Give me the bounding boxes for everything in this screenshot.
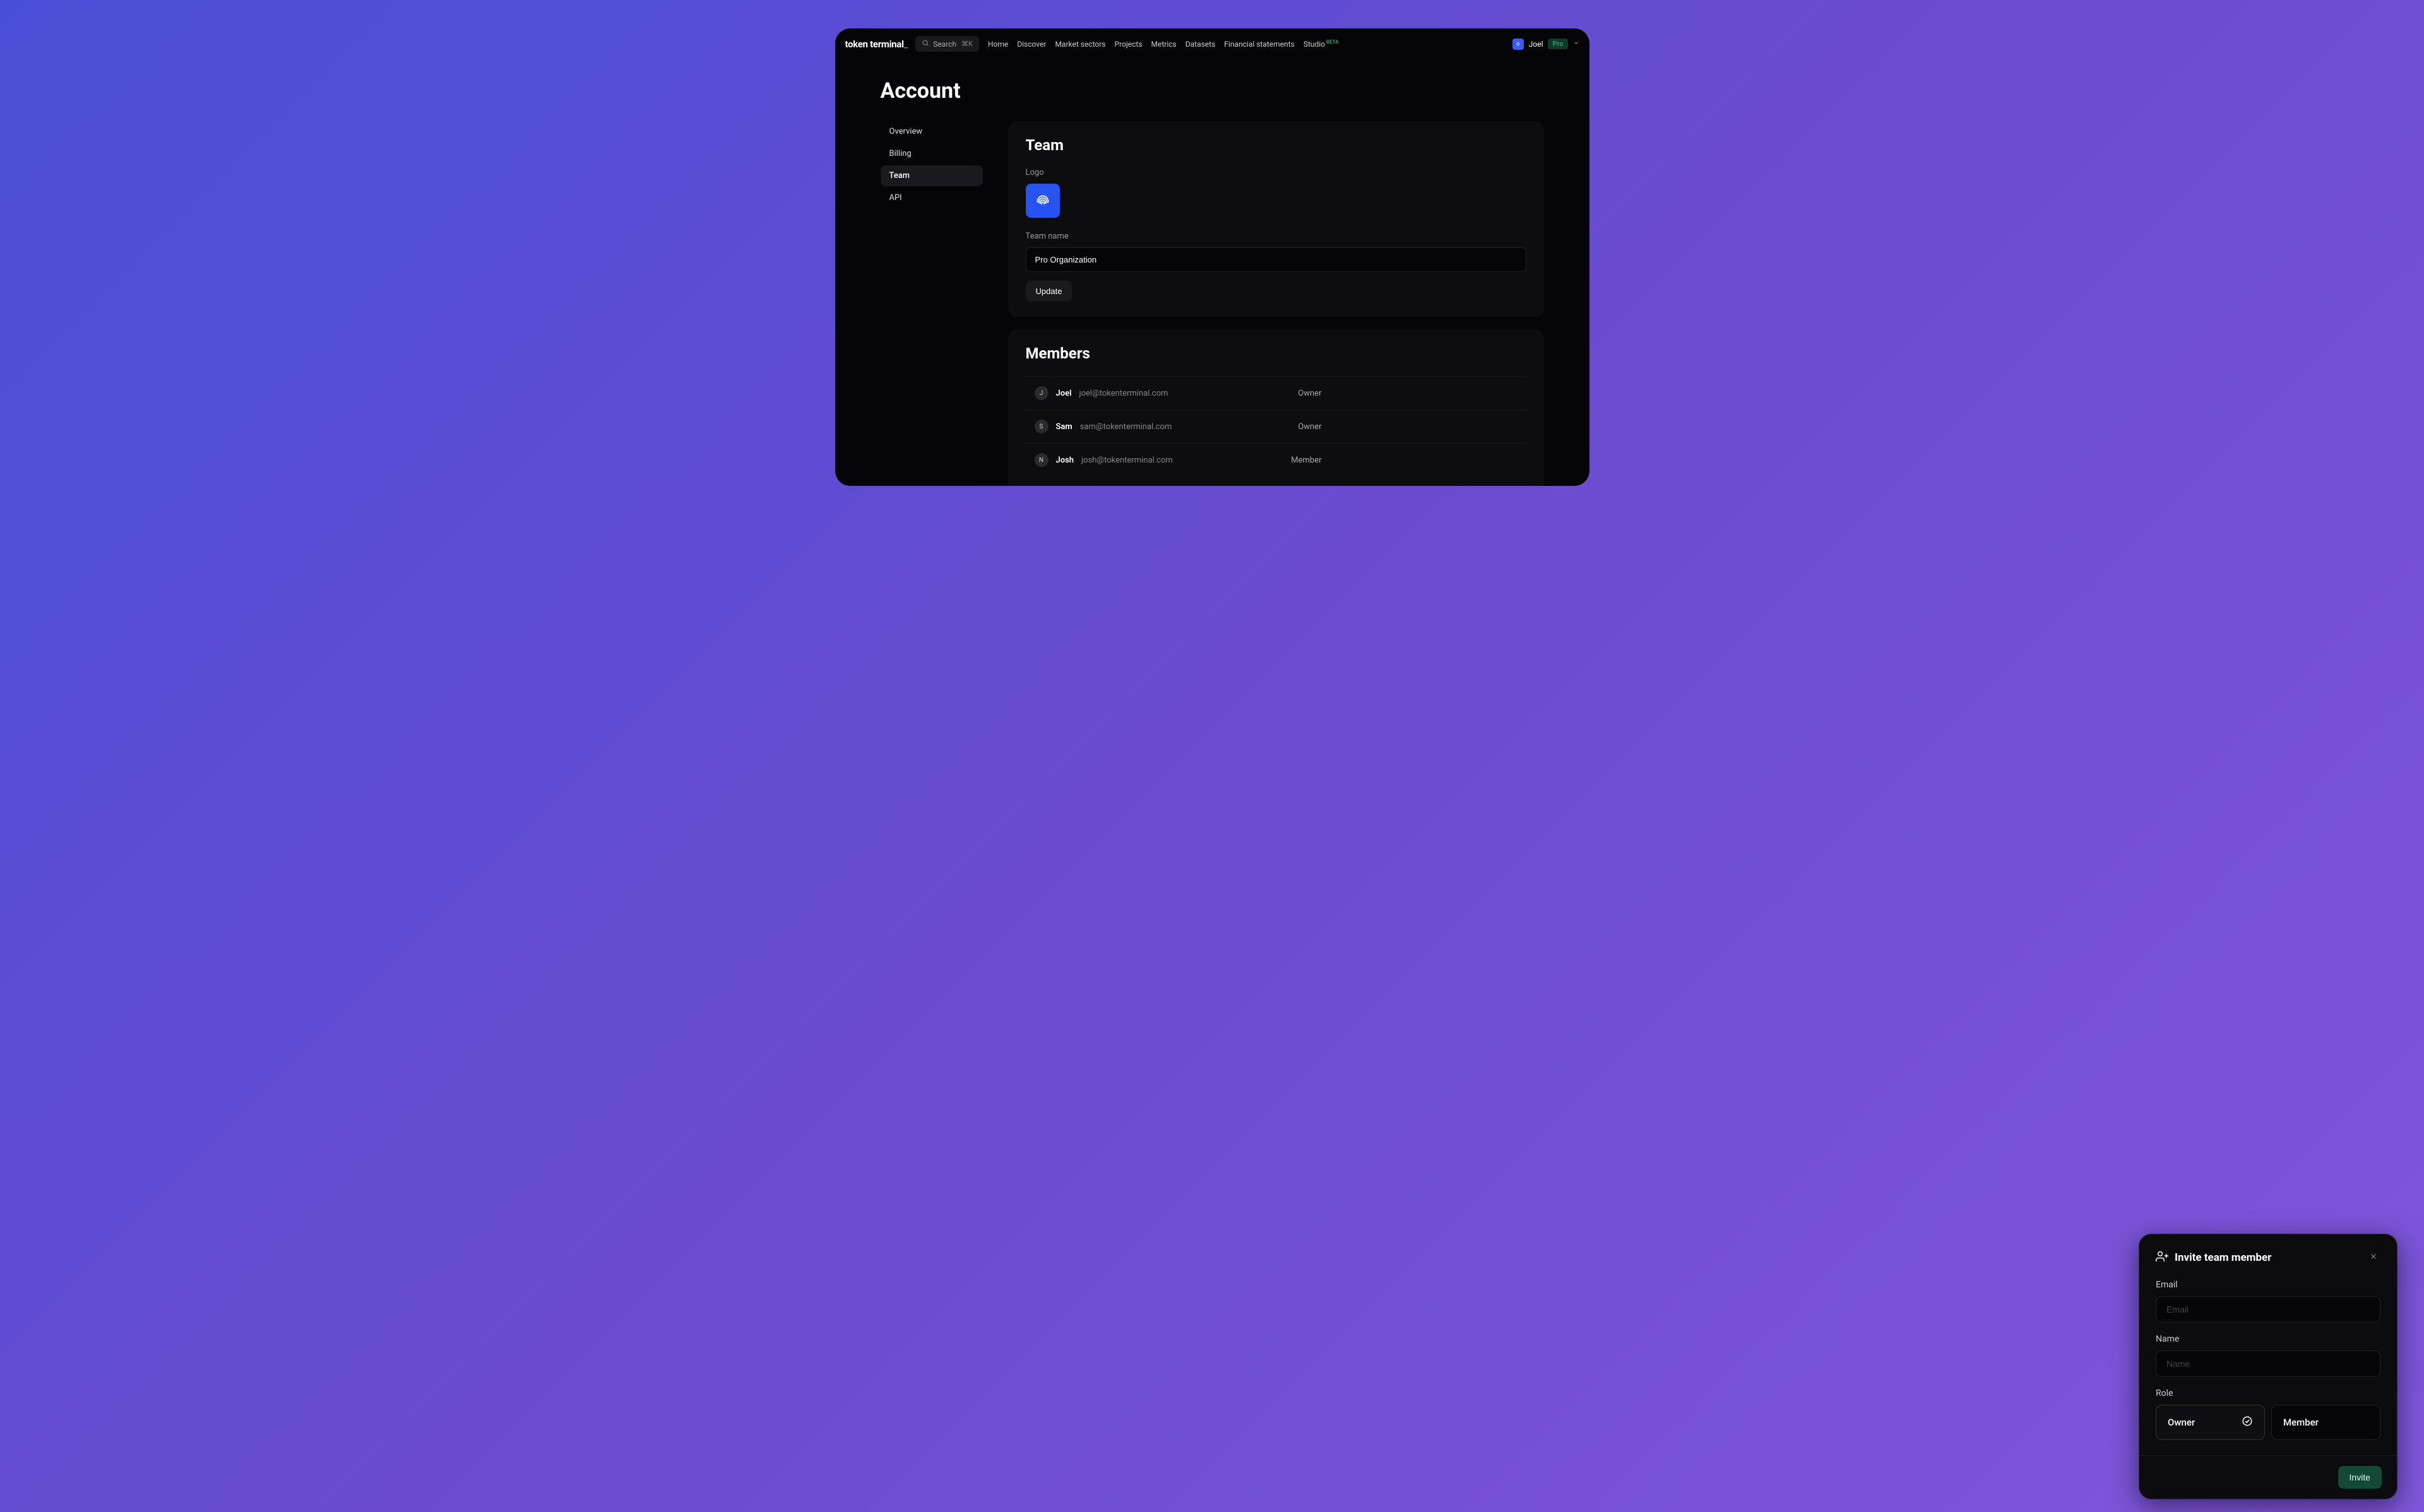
member-row: S Sam sam@tokenterminal.com Owner <box>1026 410 1526 443</box>
nav-links: Home Discover Market sectors Projects Me… <box>988 40 1339 49</box>
app-window: token terminal_ Search ⌘K Home Discover … <box>835 28 1589 486</box>
members-list: J Joel joel@tokenterminal.com Owner S Sa… <box>1026 376 1526 476</box>
members-card-title: Members <box>1026 345 1526 362</box>
page-content: Account Overview Billing Team API Team L… <box>835 59 1589 486</box>
content-area: Team Logo Team name Update <box>1008 121 1544 486</box>
team-name-label: Team name <box>1026 232 1526 241</box>
logo-label: Logo <box>1026 168 1526 177</box>
team-name-input[interactable] <box>1026 247 1526 272</box>
role-label: Role <box>2156 1388 2380 1398</box>
member-avatar: N <box>1035 453 1049 467</box>
role-member-label: Member <box>2283 1417 2319 1428</box>
member-email: joel@tokenterminal.com <box>1079 389 1168 398</box>
modal-footer: Invite <box>2139 1455 2397 1499</box>
sidebar-item-overview[interactable]: Overview <box>881 121 983 142</box>
member-role: Owner <box>1298 422 1321 432</box>
member-name: Sam <box>1056 422 1072 432</box>
fingerprint-icon <box>1035 192 1051 209</box>
members-card: Members J Joel joel@tokenterminal.com Ow… <box>1008 329 1544 486</box>
member-name: Josh <box>1056 456 1074 465</box>
user-avatar: o <box>1512 38 1524 50</box>
invite-button[interactable]: Invite <box>2338 1466 2382 1489</box>
member-email: josh@tokenterminal.com <box>1081 456 1173 465</box>
search-box[interactable]: Search ⌘K <box>915 36 979 52</box>
check-circle-icon <box>2242 1415 2253 1429</box>
team-card-title: Team <box>1026 136 1526 154</box>
modal-title: Invite team member <box>2175 1251 2360 1264</box>
nav-metrics[interactable]: Metrics <box>1151 40 1177 49</box>
user-name: Joel <box>1529 40 1543 49</box>
nav-projects[interactable]: Projects <box>1115 40 1143 49</box>
brand-logo[interactable]: token terminal_ <box>845 38 908 50</box>
nav-datasets[interactable]: Datasets <box>1185 40 1216 49</box>
member-row: J Joel joel@tokenterminal.com Owner <box>1026 376 1526 410</box>
member-avatar: S <box>1035 420 1049 434</box>
topbar: token terminal_ Search ⌘K Home Discover … <box>835 28 1589 59</box>
invite-modal: Invite team member Email Name Role Owner… <box>2139 1234 2397 1499</box>
member-email: sam@tokenterminal.com <box>1080 422 1172 432</box>
team-logo[interactable] <box>1026 184 1060 218</box>
modal-header: Invite team member <box>2156 1249 2380 1266</box>
member-role: Owner <box>1298 389 1321 398</box>
sidebar-item-billing[interactable]: Billing <box>881 143 983 164</box>
search-icon <box>922 39 929 49</box>
email-label: Email <box>2156 1280 2380 1290</box>
team-card: Team Logo Team name Update <box>1008 121 1544 317</box>
role-options: Owner Member <box>2156 1405 2380 1440</box>
nav-studio[interactable]: StudioBETA <box>1304 40 1339 49</box>
nav-financial-statements[interactable]: Financial statements <box>1224 40 1295 49</box>
member-role: Member <box>1291 456 1321 465</box>
name-input[interactable] <box>2156 1350 2380 1377</box>
role-option-owner[interactable]: Owner <box>2156 1405 2265 1440</box>
account-sidebar: Overview Billing Team API <box>881 121 983 486</box>
role-option-member[interactable]: Member <box>2271 1405 2380 1440</box>
role-owner-label: Owner <box>2168 1417 2195 1428</box>
plan-badge: Pro <box>1548 38 1567 49</box>
member-avatar: J <box>1035 386 1049 400</box>
user-menu[interactable]: o Joel Pro <box>1512 38 1579 50</box>
sidebar-item-team[interactable]: Team <box>881 165 983 186</box>
search-placeholder: Search <box>933 40 956 49</box>
name-label: Name <box>2156 1334 2380 1344</box>
nav-market-sectors[interactable]: Market sectors <box>1055 40 1105 49</box>
sidebar-item-api[interactable]: API <box>881 187 983 208</box>
chevron-down-icon[interactable] <box>1573 40 1579 48</box>
nav-discover[interactable]: Discover <box>1017 40 1046 49</box>
search-shortcut: ⌘K <box>961 40 973 48</box>
close-icon[interactable] <box>2367 1249 2380 1266</box>
page-title: Account <box>881 78 1544 103</box>
beta-badge: BETA <box>1326 39 1339 45</box>
member-name: Joel <box>1056 389 1072 398</box>
brand-cursor: _ <box>904 38 908 50</box>
member-row: N Josh josh@tokenterminal.com Member <box>1026 443 1526 476</box>
user-plus-icon <box>2156 1250 2168 1265</box>
nav-home[interactable]: Home <box>988 40 1008 49</box>
update-button[interactable]: Update <box>1026 281 1072 302</box>
email-input[interactable] <box>2156 1296 2380 1323</box>
